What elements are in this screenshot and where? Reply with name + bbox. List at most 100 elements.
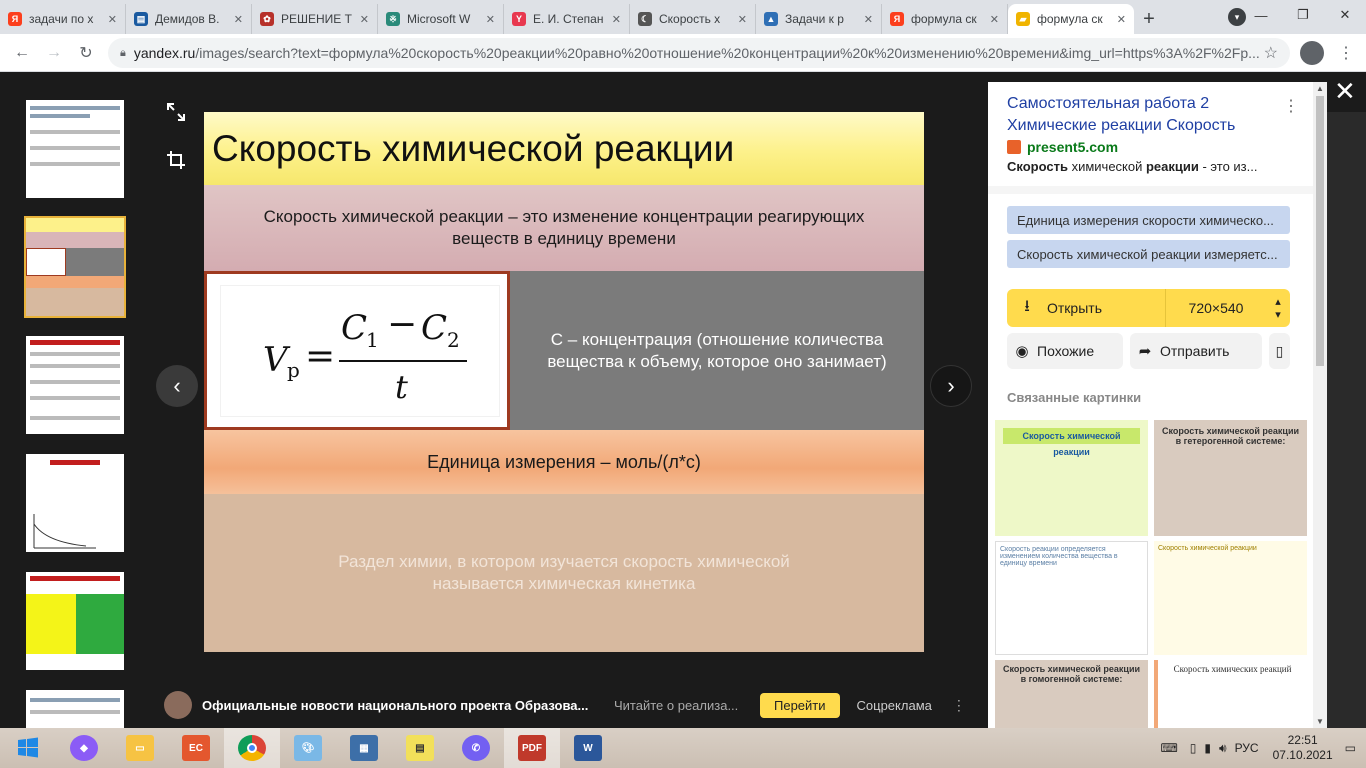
close-window-icon[interactable]: ✕ [1324, 0, 1366, 30]
news-go-button[interactable]: Перейти [760, 692, 840, 718]
bookmark-icon: ▯ [1275, 342, 1284, 359]
thumbnail-selected[interactable] [24, 216, 126, 318]
query-chip[interactable]: Единица измерения скорости химическо... [1007, 206, 1290, 234]
sticky-notes-icon[interactable]: ▤ [392, 728, 448, 768]
tab-title: Е. И. Степан [533, 12, 604, 26]
tab-close-icon[interactable]: ✕ [990, 13, 999, 26]
close-viewer-icon[interactable]: ✕ [1334, 76, 1356, 107]
bookmark-star-icon[interactable]: ☆ [1264, 43, 1278, 63]
tab-close-icon[interactable]: ✕ [108, 13, 117, 26]
browser-tab[interactable]: ✿ РЕШЕНИЕ Т ✕ [252, 4, 378, 34]
browser-tab[interactable]: ☾ Скорость х ✕ [630, 4, 756, 34]
panel-more-icon[interactable]: ⋮ [1283, 96, 1299, 116]
ec-app-icon[interactable]: EC [168, 728, 224, 768]
related-image[interactable]: Скорость химической реакции в гетерогенн… [1154, 420, 1307, 536]
browser-tab[interactable]: ▤ Демидов В. ✕ [126, 4, 252, 34]
chrome-icon[interactable] [224, 728, 280, 768]
size-select-arrow-icon[interactable]: ▴ ▾ [1266, 295, 1290, 321]
browser-tab[interactable]: ※ Microsoft W ✕ [378, 4, 504, 34]
thumbnail[interactable] [26, 336, 124, 434]
minimize-icon[interactable]: — [1240, 0, 1282, 30]
tab-title: Microsoft W [407, 12, 471, 26]
network-icon[interactable]: ▮ [1204, 741, 1211, 755]
word-icon[interactable]: W [560, 728, 616, 768]
bookmark-button[interactable]: ▯ [1269, 333, 1290, 369]
tab-close-icon[interactable]: ✕ [1117, 13, 1126, 26]
related-image[interactable]: Скорость химической реакции [1154, 541, 1307, 655]
file-explorer-icon[interactable]: ▭ [112, 728, 168, 768]
tab-favicon-icon: Y [512, 12, 526, 26]
thumbnail[interactable] [26, 100, 124, 198]
fullscreen-icon[interactable] [156, 92, 196, 132]
tab-favicon-icon: ▲ [764, 12, 778, 26]
start-windows-icon[interactable] [0, 728, 56, 768]
paint-icon[interactable]: 🎨︎ [280, 728, 336, 768]
tab-close-icon[interactable]: ✕ [738, 13, 747, 26]
slide-concentration-note: С – концентрация (отношение количества в… [510, 271, 924, 430]
tab-close-icon[interactable]: ✕ [234, 13, 243, 26]
reload-icon[interactable]: ↻ [70, 37, 102, 69]
next-image-button[interactable]: › [930, 365, 972, 407]
clock[interactable]: 22:51 07.10.2021 [1273, 733, 1333, 763]
browser-tab[interactable]: ▰ формула ск ✕ [1008, 4, 1134, 34]
panel-title-link[interactable]: Самостоятельная работа 2 Химические реак… [1007, 93, 1277, 137]
panel-divider [988, 186, 1313, 194]
related-image[interactable]: Скорость реакции определяется изменением… [995, 541, 1148, 655]
query-chip[interactable]: Скорость химической реакции измеряетс... [1007, 240, 1290, 268]
browser-menu-icon[interactable]: ⋮ [1338, 43, 1354, 63]
notifications-icon[interactable]: ▭ [1345, 741, 1356, 755]
open-label: Открыть [1047, 300, 1102, 316]
tab-close-icon[interactable]: ✕ [486, 13, 495, 26]
alice-assistant-icon[interactable]: ◆ [56, 728, 112, 768]
related-heading: Связанные картинки [1007, 390, 1142, 405]
panel-source[interactable]: present5.com [1007, 139, 1118, 155]
tab-strip: Язадачи по х ✕ ▤ Демидов В. ✕ ✿ РЕШЕНИЕ Т ✕ ※ Mic… [0, 0, 1366, 34]
tab-close-icon[interactable]: ✕ [864, 13, 873, 26]
crop-icon[interactable] [156, 140, 196, 180]
address-bar[interactable]: 🔒︎ yandex.ru/images/search?text=формула%… [108, 38, 1290, 68]
news-title[interactable]: Официальные новости национального проект… [202, 698, 594, 713]
share-button[interactable]: ➦ Отправить [1130, 333, 1262, 369]
pdf-icon[interactable]: PDF [504, 728, 560, 768]
phone-icon[interactable]: ▯ [1190, 741, 1197, 755]
browser-tab[interactable]: Y Е. И. Степан ✕ [504, 4, 630, 34]
forward-arrow-icon[interactable]: → [38, 37, 70, 69]
related-image[interactable]: Скорость химической реакции в гомогенной… [995, 660, 1148, 728]
formula-minus: − [387, 304, 418, 345]
new-tab-button[interactable]: + [1134, 4, 1164, 34]
profile-avatar[interactable] [1300, 41, 1324, 65]
news-more-icon[interactable]: ⋮ [952, 697, 966, 714]
volume-icon[interactable]: 🔊︎ [1219, 741, 1227, 756]
news-subtitle[interactable]: Читайте о реализа... [614, 698, 742, 713]
related-image[interactable]: Скорость химической реакции [995, 420, 1148, 536]
calculator-icon[interactable]: ▦ [336, 728, 392, 768]
panel-scrollbar[interactable]: ▲ ▼ [1313, 82, 1327, 728]
thumbnail[interactable] [26, 454, 124, 552]
related-image[interactable]: Скорость химических реакций [1154, 660, 1307, 728]
language-indicator[interactable]: РУС [1235, 741, 1259, 755]
windows-taskbar: ◆ ▭ EC 🎨︎ ▦ ▤ ✆ PDF W ⌨ ▯ ▮ 🔊︎ РУС 22:51… [0, 728, 1366, 768]
restore-icon[interactable]: ❐ [1282, 0, 1324, 30]
previous-image-button[interactable]: ‹ [156, 365, 198, 407]
clock-date: 07.10.2021 [1272, 748, 1333, 762]
tab-favicon-icon: Я [8, 12, 22, 26]
tab-close-icon[interactable]: ✕ [360, 13, 369, 26]
browser-tab[interactable]: Язадачи по х ✕ [0, 4, 126, 34]
browser-tab[interactable]: Яформула ск ✕ [882, 4, 1008, 34]
back-arrow-icon[interactable]: ← [6, 37, 38, 69]
formula-v-sub: р [287, 358, 300, 382]
thumbnail[interactable] [26, 572, 124, 670]
scroll-down-icon[interactable]: ▼ [1316, 717, 1324, 726]
viber-icon[interactable]: ✆ [448, 728, 504, 768]
similar-button[interactable]: ◉ Похожие [1007, 333, 1123, 369]
formula-c1: C [341, 308, 368, 348]
tab-close-icon[interactable]: ✕ [612, 13, 621, 26]
browser-tab[interactable]: ▲ Задачи к р ✕ [756, 4, 882, 34]
keyboard-icon[interactable]: ⌨ [1160, 741, 1177, 755]
open-image-button[interactable]: ⭳ Открыть 720×540 ▴ ▾ [1007, 289, 1290, 327]
tab-favicon-icon: Я [890, 12, 904, 26]
formula-fraction-bar [339, 360, 467, 362]
scrollbar-thumb[interactable] [1316, 96, 1324, 366]
size-select[interactable]: 720×540 [1166, 300, 1266, 316]
scroll-up-icon[interactable]: ▲ [1316, 84, 1324, 93]
